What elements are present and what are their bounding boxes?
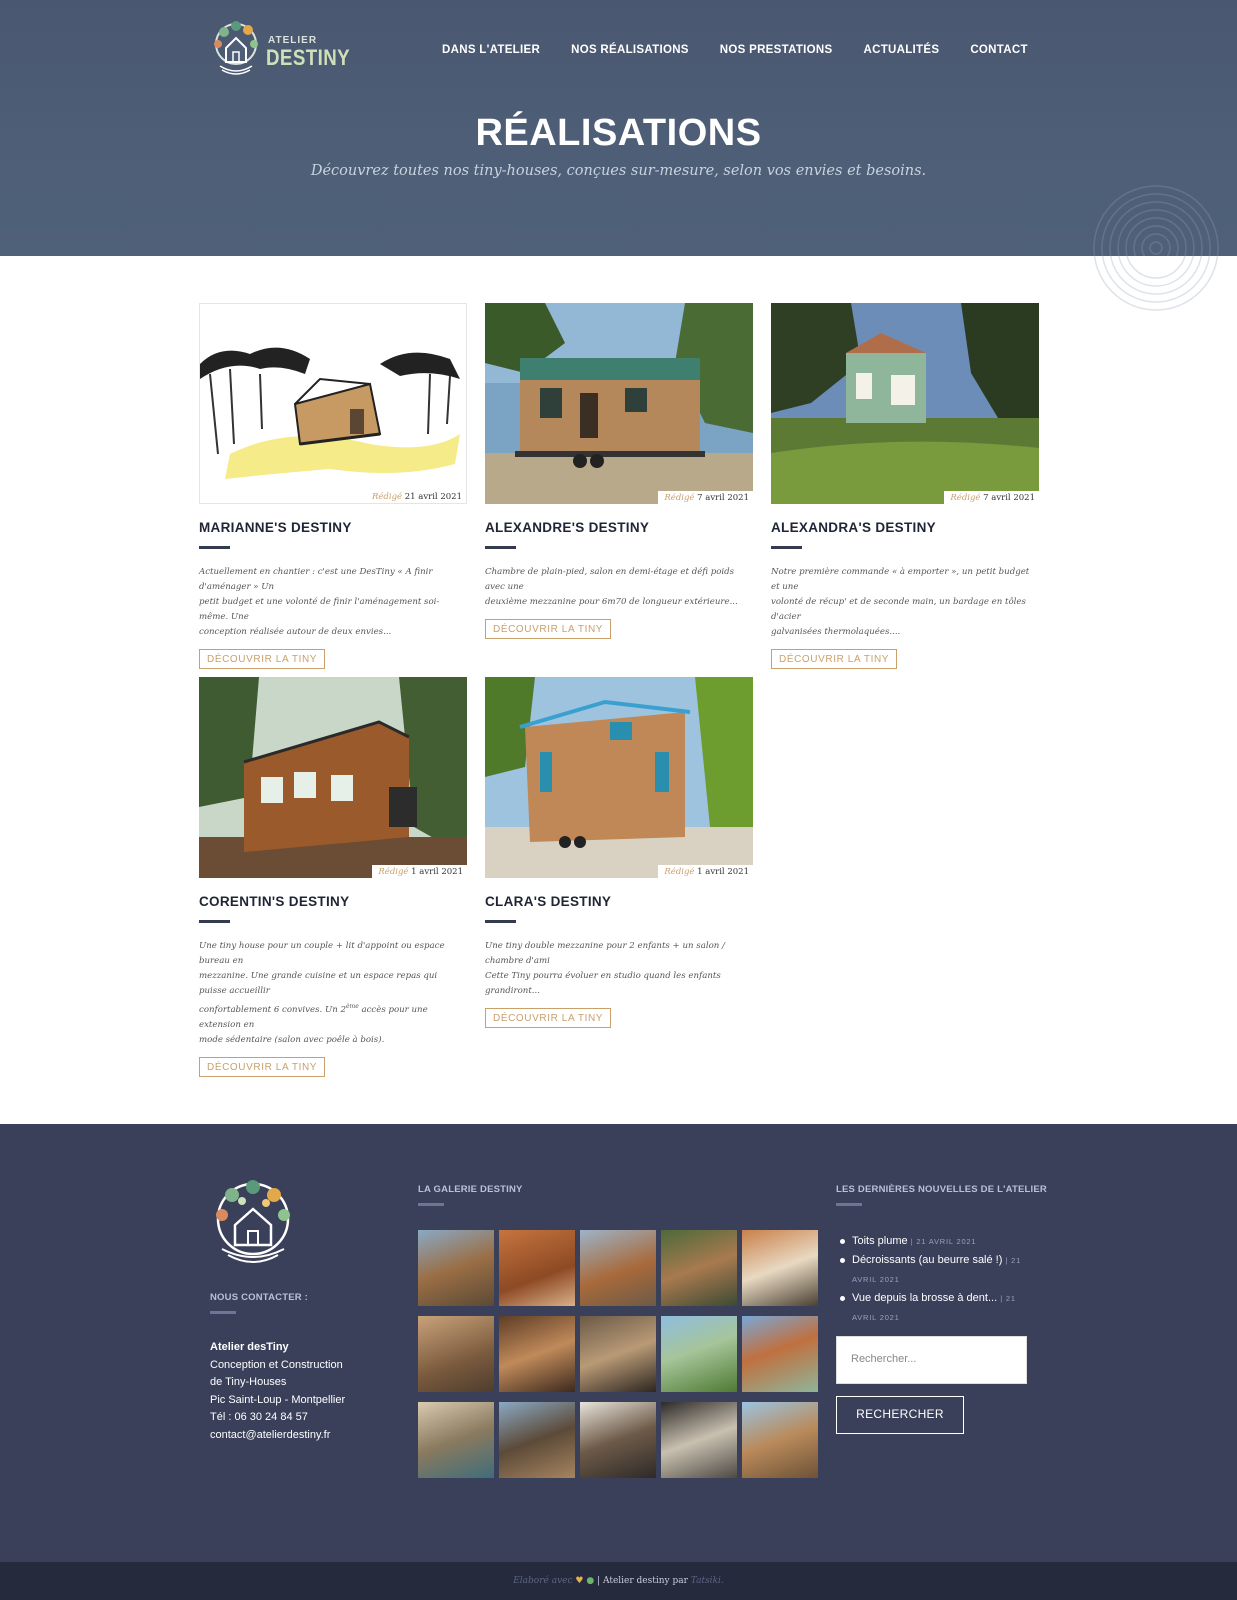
site-footer: NOUS CONTACTER : Atelier desTiny Concept…: [0, 1124, 1237, 1562]
tree-ring-icon: [1093, 185, 1219, 256]
search-button[interactable]: RECHERCHER: [836, 1396, 964, 1434]
nav-actualites[interactable]: ACTUALITÉS: [863, 44, 939, 56]
gallery-photo[interactable]: [661, 1316, 737, 1392]
project-title[interactable]: MARIANNE'S DESTINY: [199, 520, 467, 535]
discover-button[interactable]: DÉCOUVRIR LA TINY: [199, 1056, 326, 1077]
nav-contact[interactable]: CONTACT: [970, 44, 1027, 56]
contact-heading: NOUS CONTACTER :: [210, 1292, 309, 1303]
project-card-corentin: Rédigé 1 avril 2021 CORENTIN'S DESTINY U…: [199, 677, 467, 1077]
gallery-photo[interactable]: [580, 1402, 656, 1478]
tree-ring-continuation-icon: [1093, 256, 1219, 311]
news-link[interactable]: Toits plume: [852, 1235, 908, 1247]
project-card-marianne: Rédigé 21 avril 2021 MARIANNE'S DESTINY …: [199, 303, 467, 669]
heart-icon: ♥: [575, 1576, 584, 1586]
date-tag: Rédigé 7 avril 2021: [944, 491, 1039, 504]
news-date: 21 AVRIL 2021: [916, 1237, 977, 1246]
search-input[interactable]: Rechercher...: [836, 1336, 1027, 1384]
logo-house-icon: [214, 21, 258, 75]
discover-button[interactable]: DÉCOUVRIR LA TINY: [771, 649, 898, 669]
project-title[interactable]: ALEXANDRA'S DESTINY: [771, 520, 1039, 535]
project-excerpt: Une tiny house pour un couple + lit d'ap…: [199, 941, 445, 1045]
credit-prefix: Elaboré avec: [513, 1576, 573, 1586]
nav-nos-prestations[interactable]: NOS PRESTATIONS: [720, 44, 833, 56]
project-image-clara[interactable]: Rédigé 1 avril 2021: [485, 677, 753, 878]
gallery-photo[interactable]: [499, 1316, 575, 1392]
gallery-heading: LA GALERIE DESTINY: [418, 1184, 523, 1195]
project-excerpt: Une tiny double mezzanine pour 2 enfants…: [485, 941, 725, 996]
gallery-heading-underline: [418, 1203, 444, 1206]
gallery-photo[interactable]: [418, 1316, 494, 1392]
date-tag: Rédigé 1 avril 2021: [658, 865, 753, 878]
news-heading: LES DERNIÈRES NOUVELLES DE L'ATELIER: [836, 1184, 1047, 1195]
gallery-photo[interactable]: [661, 1402, 737, 1478]
site-logo[interactable]: ATELIER DESTINY: [210, 18, 350, 78]
project-excerpt: Chambre de plain-pied, salon en demi-éta…: [485, 567, 738, 607]
nav-dans-latelier[interactable]: DANS L'ATELIER: [442, 44, 540, 56]
footer-logo-icon: [216, 1180, 290, 1263]
logo-text-destiny: DESTINY: [266, 45, 351, 70]
news-item: Toits plume | 21 AVRIL 2021: [836, 1232, 1032, 1251]
discover-button[interactable]: DÉCOUVRIR LA TINY: [199, 649, 326, 669]
title-underline: [199, 546, 230, 549]
project-title[interactable]: CLARA'S DESTINY: [485, 894, 753, 909]
contact-email-link[interactable]: contact@atelierdestiny.fr: [210, 1427, 345, 1445]
discover-button[interactable]: DÉCOUVRIR LA TINY: [485, 619, 612, 639]
gallery-photo[interactable]: [499, 1230, 575, 1306]
credit-middle: | Atelier destiny par: [597, 1576, 688, 1586]
credit-author-link[interactable]: Tatsiki.: [691, 1576, 724, 1586]
gallery-photo[interactable]: [580, 1316, 656, 1392]
bottom-bar: Elaboré avec ♥ ● | Atelier destiny par T…: [0, 1562, 1237, 1600]
news-link[interactable]: Vue depuis la brosse à dent...: [852, 1292, 997, 1304]
gallery-photo[interactable]: [418, 1230, 494, 1306]
latest-news-list: Toits plume | 21 AVRIL 2021 Décroissants…: [836, 1232, 1032, 1327]
leaf-icon: ●: [586, 1576, 595, 1586]
project-excerpt: Notre première commande « à emporter », …: [771, 567, 1030, 637]
nav-nos-realisations[interactable]: NOS RÉALISATIONS: [571, 44, 689, 56]
date-tag: Rédigé 1 avril 2021: [372, 865, 467, 878]
project-card-alexandra: Rédigé 7 avril 2021 ALEXANDRA'S DESTINY …: [771, 303, 1039, 669]
title-underline: [199, 920, 230, 923]
news-heading-underline: [836, 1203, 862, 1206]
contact-heading-underline: [210, 1311, 236, 1314]
page-subtitle: Découvrez toutes nos tiny-houses, conçue…: [310, 163, 927, 179]
project-image-alexandra[interactable]: Rédigé 7 avril 2021: [771, 303, 1039, 504]
gallery-photo[interactable]: [742, 1230, 818, 1306]
title-underline: [485, 920, 516, 923]
news-link[interactable]: Décroissants (au beurre salé !): [852, 1254, 1002, 1266]
project-title[interactable]: ALEXANDRE'S DESTINY: [485, 520, 753, 535]
title-underline: [771, 546, 802, 549]
title-underline: [485, 546, 516, 549]
gallery-photo[interactable]: [661, 1230, 737, 1306]
project-image-alexandre[interactable]: Rédigé 7 avril 2021: [485, 303, 753, 504]
project-card-clara: Rédigé 1 avril 2021 CLARA'S DESTINY Une …: [485, 677, 753, 1028]
discover-button[interactable]: DÉCOUVRIR LA TINY: [485, 1008, 612, 1028]
gallery-photo[interactable]: [418, 1402, 494, 1478]
contact-address: Atelier desTiny Conception et Constructi…: [210, 1339, 345, 1445]
hero-header: ATELIER DESTINY DANS L'ATELIER NOS RÉALI…: [0, 0, 1237, 256]
project-excerpt: Actuellement en chantier : c'est une Des…: [199, 567, 440, 637]
gallery-photo[interactable]: [580, 1230, 656, 1306]
gallery-photo[interactable]: [499, 1402, 575, 1478]
date-tag: Rédigé 21 avril 2021: [366, 490, 466, 503]
gallery-photo[interactable]: [742, 1316, 818, 1392]
main-nav: DANS L'ATELIER NOS RÉALISATIONS NOS PRES…: [442, 44, 1059, 56]
news-item: Vue depuis la brosse à dent... | 21 AVRI…: [836, 1289, 1032, 1327]
project-title[interactable]: CORENTIN'S DESTINY: [199, 894, 467, 909]
date-tag: Rédigé 7 avril 2021: [658, 491, 753, 504]
news-item: Décroissants (au beurre salé !) | 21 AVR…: [836, 1251, 1032, 1289]
gallery-photo[interactable]: [742, 1402, 818, 1478]
project-image-corentin[interactable]: Rédigé 1 avril 2021: [199, 677, 467, 878]
project-card-alexandre: Rédigé 7 avril 2021 ALEXANDRE'S DESTINY …: [485, 303, 753, 639]
page-title: RÉALISATIONS: [475, 112, 762, 154]
project-image-marianne[interactable]: Rédigé 21 avril 2021: [199, 303, 467, 504]
